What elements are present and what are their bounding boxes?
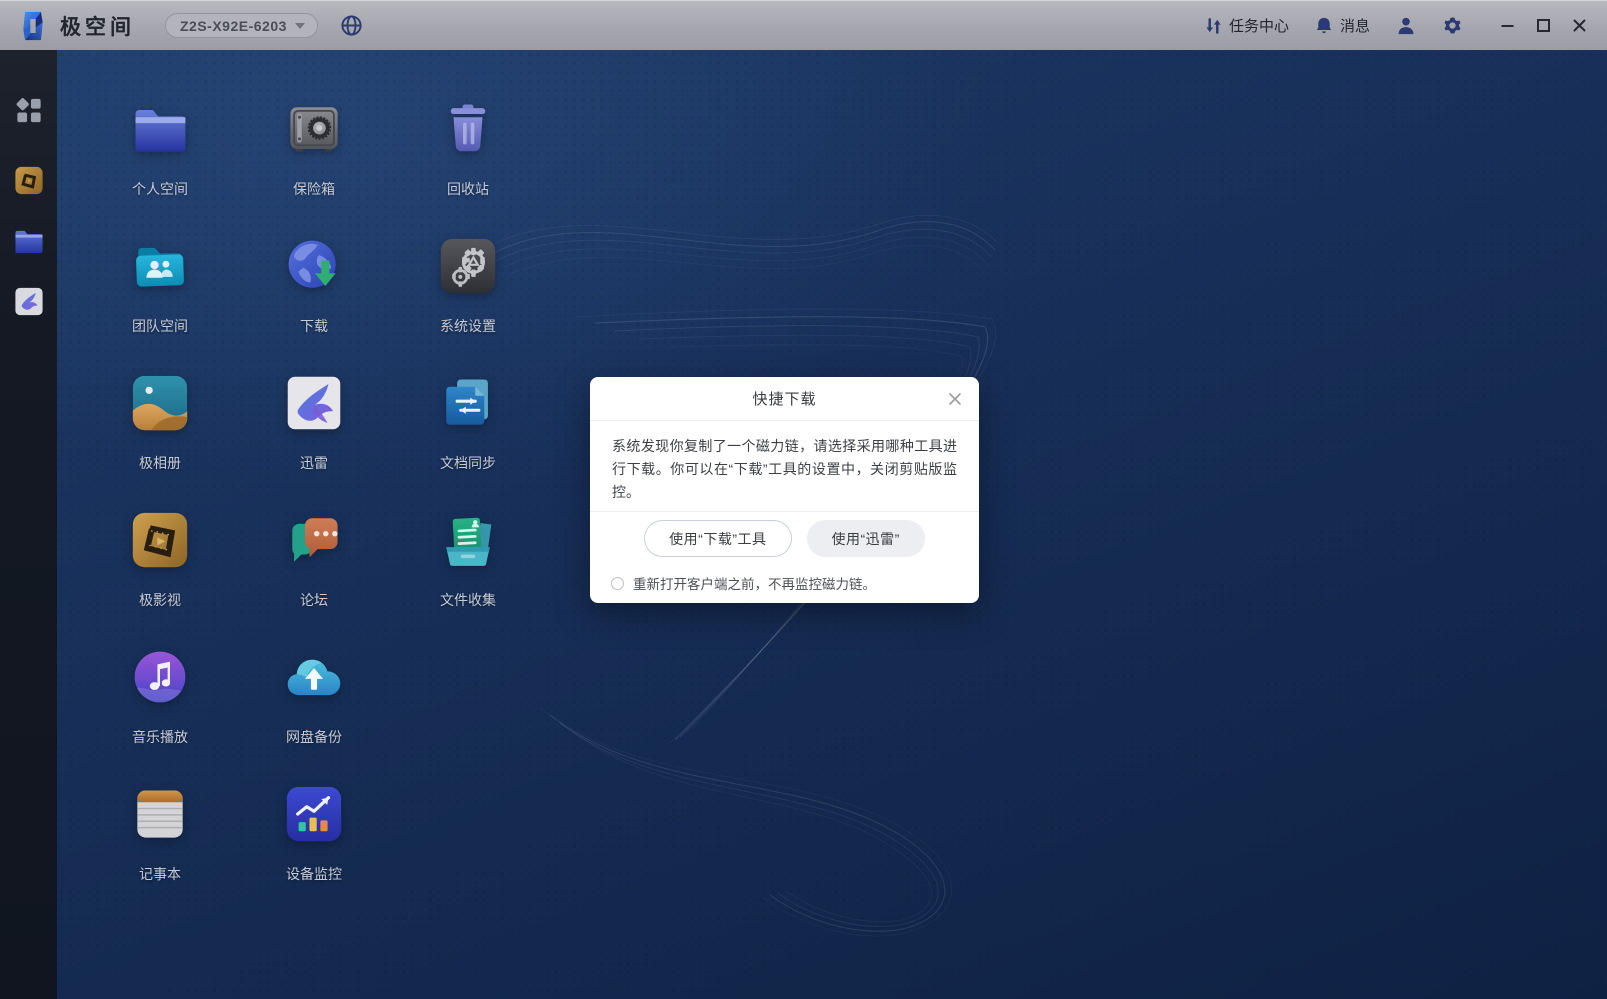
app-label: 下载 xyxy=(300,316,328,336)
app-photo-album[interactable]: 极相册 xyxy=(83,372,237,509)
minimize-button[interactable] xyxy=(1489,8,1525,44)
messages-button[interactable]: 消息 xyxy=(1315,15,1370,36)
forum-icon xyxy=(285,511,343,569)
music-icon xyxy=(131,648,189,706)
app-label: 网盘备份 xyxy=(286,727,342,747)
dialog-message: 系统发现你复制了一个磁力链，请选择采用哪种工具进行下载。你可以在“下载”工具的设… xyxy=(612,435,957,504)
close-window-button[interactable] xyxy=(1561,8,1597,44)
zspace-logo-icon xyxy=(18,10,48,42)
safe-icon xyxy=(285,100,343,158)
dialog-header: 快捷下载 xyxy=(590,377,979,421)
app-notepad[interactable]: 记事本 xyxy=(83,783,237,920)
photo-album-icon xyxy=(131,374,189,432)
app-device-monitor[interactable]: 设备监控 xyxy=(237,783,391,920)
app-thunder[interactable]: 迅雷 xyxy=(237,372,391,509)
app-label: 记事本 xyxy=(139,864,181,884)
transfer-arrows-icon xyxy=(1205,17,1222,35)
personal-space-icon xyxy=(131,100,189,158)
sidebar-item-thunder[interactable] xyxy=(14,287,43,321)
sidebar-item-files[interactable] xyxy=(13,226,44,260)
app-team-space[interactable]: 团队空间 xyxy=(83,235,237,372)
user-icon xyxy=(1396,16,1416,36)
user-account-button[interactable] xyxy=(1396,16,1416,36)
app-label: 个人空间 xyxy=(132,179,188,199)
app-label: 回收站 xyxy=(447,179,489,199)
no-monitor-radio[interactable] xyxy=(611,577,624,590)
dialog-buttons: 使用“下载”工具 使用“迅雷” xyxy=(611,520,958,557)
app-label: 系统设置 xyxy=(440,316,496,336)
app-label: 极相册 xyxy=(139,453,181,473)
sidebar-item-app-grid[interactable] xyxy=(13,95,44,131)
file-collect-icon xyxy=(439,511,497,569)
gear-icon xyxy=(1442,15,1463,36)
device-monitor-icon xyxy=(285,785,343,843)
thunder-mini-icon xyxy=(14,287,43,316)
chevron-down-icon xyxy=(295,23,305,29)
recycle-bin-icon xyxy=(439,100,497,158)
app-label: 音乐播放 xyxy=(132,727,188,747)
app-grid: 个人空间 保险箱 xyxy=(83,98,545,920)
close-icon xyxy=(948,392,962,406)
quick-download-dialog: 快捷下载 系统发现你复制了一个磁力链，请选择采用哪种工具进行下载。你可以在“下载… xyxy=(590,377,979,603)
use-download-tool-button[interactable]: 使用“下载”工具 xyxy=(644,520,791,557)
doc-sync-icon xyxy=(439,374,497,432)
globe-icon xyxy=(340,14,363,37)
app-download[interactable]: 下载 xyxy=(237,235,391,372)
app-label: 文件收集 xyxy=(440,590,496,610)
maximize-icon xyxy=(1537,19,1550,32)
folder-mini-icon xyxy=(13,226,44,255)
app-forum[interactable]: 论坛 xyxy=(237,509,391,646)
notepad-icon xyxy=(131,785,189,843)
app-grid-icon xyxy=(13,95,44,126)
app-system-settings[interactable]: 系统设置 xyxy=(391,235,545,372)
app-safe[interactable]: 保险箱 xyxy=(237,98,391,235)
bell-icon xyxy=(1315,16,1333,35)
minimize-icon xyxy=(1501,19,1514,32)
no-monitor-label[interactable]: 重新打开客户端之前，不再监控磁力链。 xyxy=(633,573,876,593)
sidebar-item-movies[interactable] xyxy=(14,166,43,200)
app-label: 迅雷 xyxy=(300,453,328,473)
app-personal-space[interactable]: 个人空间 xyxy=(83,98,237,235)
team-space-icon xyxy=(131,237,189,295)
app-label: 论坛 xyxy=(300,590,328,610)
app-recycle-bin[interactable]: 回收站 xyxy=(391,98,545,235)
settings-button[interactable] xyxy=(1442,15,1463,36)
thunder-icon xyxy=(285,374,343,432)
window-controls xyxy=(1489,8,1597,44)
dialog-close-button[interactable] xyxy=(944,388,966,410)
sidebar xyxy=(0,50,57,999)
no-monitor-option: 重新打开客户端之前，不再监控磁力链。 xyxy=(611,573,958,593)
download-icon xyxy=(285,237,343,295)
close-icon xyxy=(1573,19,1586,32)
dialog-body: 系统发现你复制了一个磁力链，请选择采用哪种工具进行下载。你可以在“下载”工具的设… xyxy=(590,421,979,512)
task-center-button[interactable]: 任务中心 xyxy=(1205,15,1289,36)
title-bar: 极空间 Z2S-X92E-6203 任务中心 xyxy=(0,0,1607,50)
app-title: 极空间 xyxy=(60,11,135,41)
app-label: 文档同步 xyxy=(440,453,496,473)
app-label: 极影视 xyxy=(139,590,181,610)
app-movies[interactable]: 极影视 xyxy=(83,509,237,646)
messages-label: 消息 xyxy=(1340,15,1370,36)
app-doc-sync[interactable]: 文档同步 xyxy=(391,372,545,509)
network-globe-button[interactable] xyxy=(340,14,363,37)
movies-icon xyxy=(131,511,189,569)
device-name: Z2S-X92E-6203 xyxy=(180,18,287,34)
system-settings-icon xyxy=(439,237,497,295)
maximize-button[interactable] xyxy=(1525,8,1561,44)
device-selector[interactable]: Z2S-X92E-6203 xyxy=(165,13,318,38)
app-logo: 极空间 xyxy=(18,10,135,42)
app-cloud-backup[interactable]: 网盘备份 xyxy=(237,646,391,783)
dialog-footer: 使用“下载”工具 使用“迅雷” 重新打开客户端之前，不再监控磁力链。 xyxy=(590,512,979,603)
app-label: 保险箱 xyxy=(293,179,335,199)
use-thunder-button[interactable]: 使用“迅雷” xyxy=(807,520,925,557)
app-file-collect[interactable]: 文件收集 xyxy=(391,509,545,646)
app-label: 团队空间 xyxy=(132,316,188,336)
task-center-label: 任务中心 xyxy=(1229,15,1289,36)
dialog-title: 快捷下载 xyxy=(752,388,816,409)
app-music[interactable]: 音乐播放 xyxy=(83,646,237,783)
movies-mini-icon xyxy=(14,166,43,195)
cloud-backup-icon xyxy=(285,648,343,706)
app-label: 设备监控 xyxy=(286,864,342,884)
